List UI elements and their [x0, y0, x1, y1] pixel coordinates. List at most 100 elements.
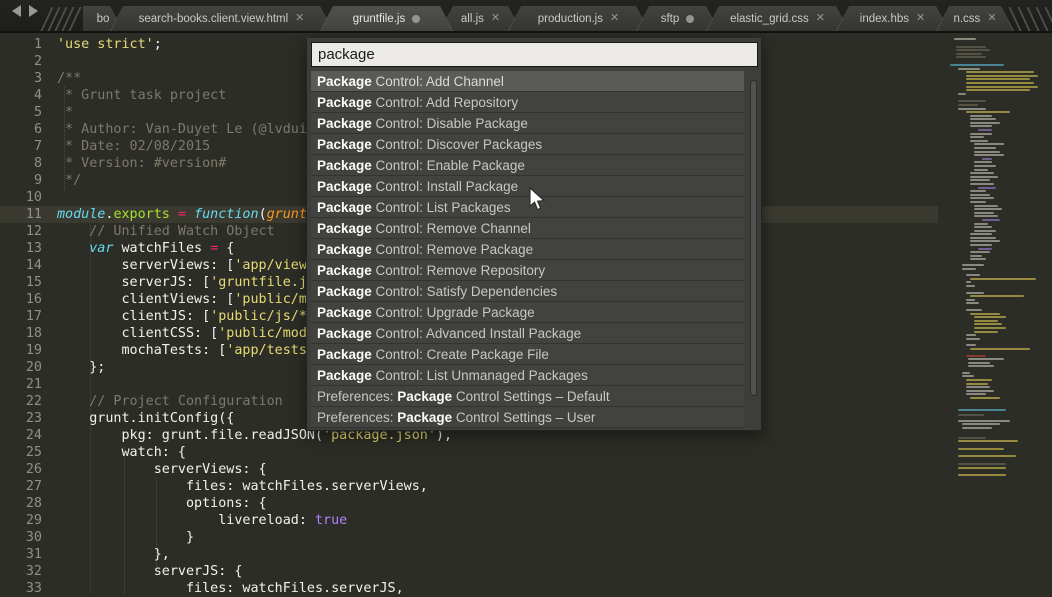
- line-number: 18: [0, 325, 42, 342]
- line-number: 15: [0, 274, 42, 291]
- line-number: 17: [0, 308, 42, 325]
- palette-item-package-control-add-repository[interactable]: Package Control: Add Repository: [311, 92, 744, 113]
- minimap-line: [968, 358, 1004, 360]
- code-line-28[interactable]: 28 options: {: [0, 495, 1052, 512]
- palette-item-package-control-upgrade-package[interactable]: Package Control: Upgrade Package: [311, 302, 744, 323]
- palette-item-package-control-list-packages[interactable]: Package Control: List Packages: [311, 197, 744, 218]
- minimap-line: [958, 455, 1016, 457]
- line-number: 7: [0, 138, 42, 155]
- minimap-line: [974, 316, 1006, 318]
- minimap-line: [970, 258, 986, 260]
- tab-label: elastic_grid.css: [730, 13, 809, 25]
- code-line-27[interactable]: 27 files: watchFiles.serverViews,: [0, 478, 1052, 495]
- minimap-line: [958, 93, 966, 95]
- code-text: [42, 376, 57, 393]
- collapsed-tabs-stack-right[interactable]: [1014, 6, 1052, 31]
- code-text: * Author: Van-Duyet Le (@lvdui: [42, 121, 307, 138]
- code-line-25[interactable]: 25 watch: {: [0, 444, 1052, 461]
- tab-sftp[interactable]: sftp: [636, 6, 719, 31]
- palette-item-preferences-package-control-settings-default[interactable]: Preferences: Package Control Settings – …: [311, 386, 744, 407]
- tab-label: all.js: [461, 13, 484, 25]
- line-number: 19: [0, 342, 42, 359]
- tab-close-icon[interactable]: ✕: [816, 13, 825, 24]
- code-text: *: [42, 104, 73, 121]
- code-line-30[interactable]: 30 }: [0, 529, 1052, 546]
- code-text: * Version: #version#: [42, 155, 226, 172]
- minimap-line: [970, 278, 1036, 280]
- tab-gruntfile-js[interactable]: gruntfile.js: [320, 6, 453, 31]
- collapsed-tabs-stack-left[interactable]: [46, 6, 81, 31]
- tab-n-css[interactable]: n.css✕: [936, 6, 1014, 31]
- tab-scroll-right-icon[interactable]: [29, 5, 38, 17]
- command-palette-list: Package Control: Add ChannelPackage Cont…: [311, 71, 744, 428]
- minimap-line: [970, 122, 1000, 124]
- minimap-line: [966, 393, 986, 395]
- palette-item-package-control-enable-package[interactable]: Package Control: Enable Package: [311, 155, 744, 176]
- tab-scroll-left-icon[interactable]: [12, 5, 21, 17]
- code-line-33[interactable]: 33 files: watchFiles.serverJS,: [0, 580, 1052, 597]
- palette-item-package-control-disable-package[interactable]: Package Control: Disable Package: [311, 113, 744, 134]
- tab-close-icon[interactable]: ✕: [916, 13, 925, 24]
- palette-item-package-control-satisfy-dependencies[interactable]: Package Control: Satisfy Dependencies: [311, 281, 744, 302]
- line-number: 27: [0, 478, 42, 495]
- palette-item-package-control-advanced-install-package[interactable]: Package Control: Advanced Install Packag…: [311, 323, 744, 344]
- code-line-26[interactable]: 26 serverViews: {: [0, 461, 1052, 478]
- code-text: clientJS: ['public/js/*: [42, 308, 307, 325]
- tab-close-icon[interactable]: ✕: [987, 13, 996, 24]
- tab-production-js[interactable]: production.js✕: [508, 6, 649, 31]
- tab-dirty-icon: [412, 15, 420, 23]
- minimap-line: [966, 274, 980, 276]
- tab-elastic-grid-css[interactable]: elastic_grid.css ✕: [706, 6, 849, 31]
- palette-item-package-control-create-package-file[interactable]: Package Control: Create Package File: [311, 344, 744, 365]
- minimap-line: [962, 264, 984, 266]
- minimap-line: [970, 397, 1000, 399]
- code-line-32[interactable]: 32 serverJS: {: [0, 563, 1052, 580]
- palette-item-package-control-remove-channel[interactable]: Package Control: Remove Channel: [311, 218, 744, 239]
- palette-item-package-control-install-package[interactable]: Package Control: Install Package: [311, 176, 744, 197]
- palette-item-package-control-add-channel[interactable]: Package Control: Add Channel: [311, 71, 744, 92]
- minimap-line: [974, 327, 1006, 329]
- minimap-line: [958, 68, 980, 70]
- line-number: 14: [0, 257, 42, 274]
- minimap-line: [966, 302, 979, 304]
- minimap-line: [966, 78, 1030, 80]
- code-text: serverJS: {: [42, 563, 242, 580]
- minimap[interactable]: [938, 35, 1052, 593]
- line-number: 8: [0, 155, 42, 172]
- minimap-line: [966, 86, 1038, 88]
- minimap-line: [978, 129, 992, 131]
- minimap-line: [970, 176, 998, 178]
- code-text: };: [42, 359, 105, 376]
- tab-close-icon[interactable]: ✕: [295, 13, 304, 24]
- palette-item-package-control-remove-repository[interactable]: Package Control: Remove Repository: [311, 260, 744, 281]
- code-line-31[interactable]: 31 },: [0, 546, 1052, 563]
- palette-item-package-control-remove-package[interactable]: Package Control: Remove Package: [311, 239, 744, 260]
- tab-scroll-arrows: [0, 0, 46, 31]
- minimap-line: [966, 82, 1034, 84]
- minimap-line: [966, 281, 971, 283]
- minimap-line: [968, 365, 994, 367]
- palette-item-preferences-package-control-settings-user[interactable]: Preferences: Package Control Settings – …: [311, 407, 744, 428]
- minimap-line: [970, 172, 994, 174]
- minimap-line: [974, 154, 1004, 156]
- minimap-line: [966, 334, 976, 336]
- minimap-line: [958, 409, 1006, 411]
- palette-item-package-control-list-unmanaged-packages[interactable]: Package Control: List Unmanaged Packages: [311, 365, 744, 386]
- palette-scrollbar-thumb[interactable]: [750, 80, 757, 396]
- minimap-line: [970, 118, 996, 120]
- minimap-line: [956, 53, 982, 55]
- tab-search-books-client-view-html[interactable]: search-books.client.view.html✕: [110, 6, 333, 31]
- palette-item-package-control-discover-packages[interactable]: Package Control: Discover Packages: [311, 134, 744, 155]
- tab-close-icon[interactable]: ✕: [491, 13, 500, 24]
- line-number: 30: [0, 529, 42, 546]
- code-text: /**: [42, 70, 81, 87]
- tab-all-js[interactable]: all.js ✕: [440, 6, 521, 31]
- command-palette-input[interactable]: [311, 42, 758, 67]
- code-line-29[interactable]: 29 livereload: true: [0, 512, 1052, 529]
- minimap-line: [974, 143, 1004, 145]
- minimap-line: [970, 140, 988, 142]
- code-text: watch: {: [42, 444, 186, 461]
- minimap-line: [970, 251, 990, 253]
- tab-index-hbs[interactable]: index.hbs✕: [836, 6, 949, 31]
- tab-close-icon[interactable]: ✕: [610, 13, 619, 24]
